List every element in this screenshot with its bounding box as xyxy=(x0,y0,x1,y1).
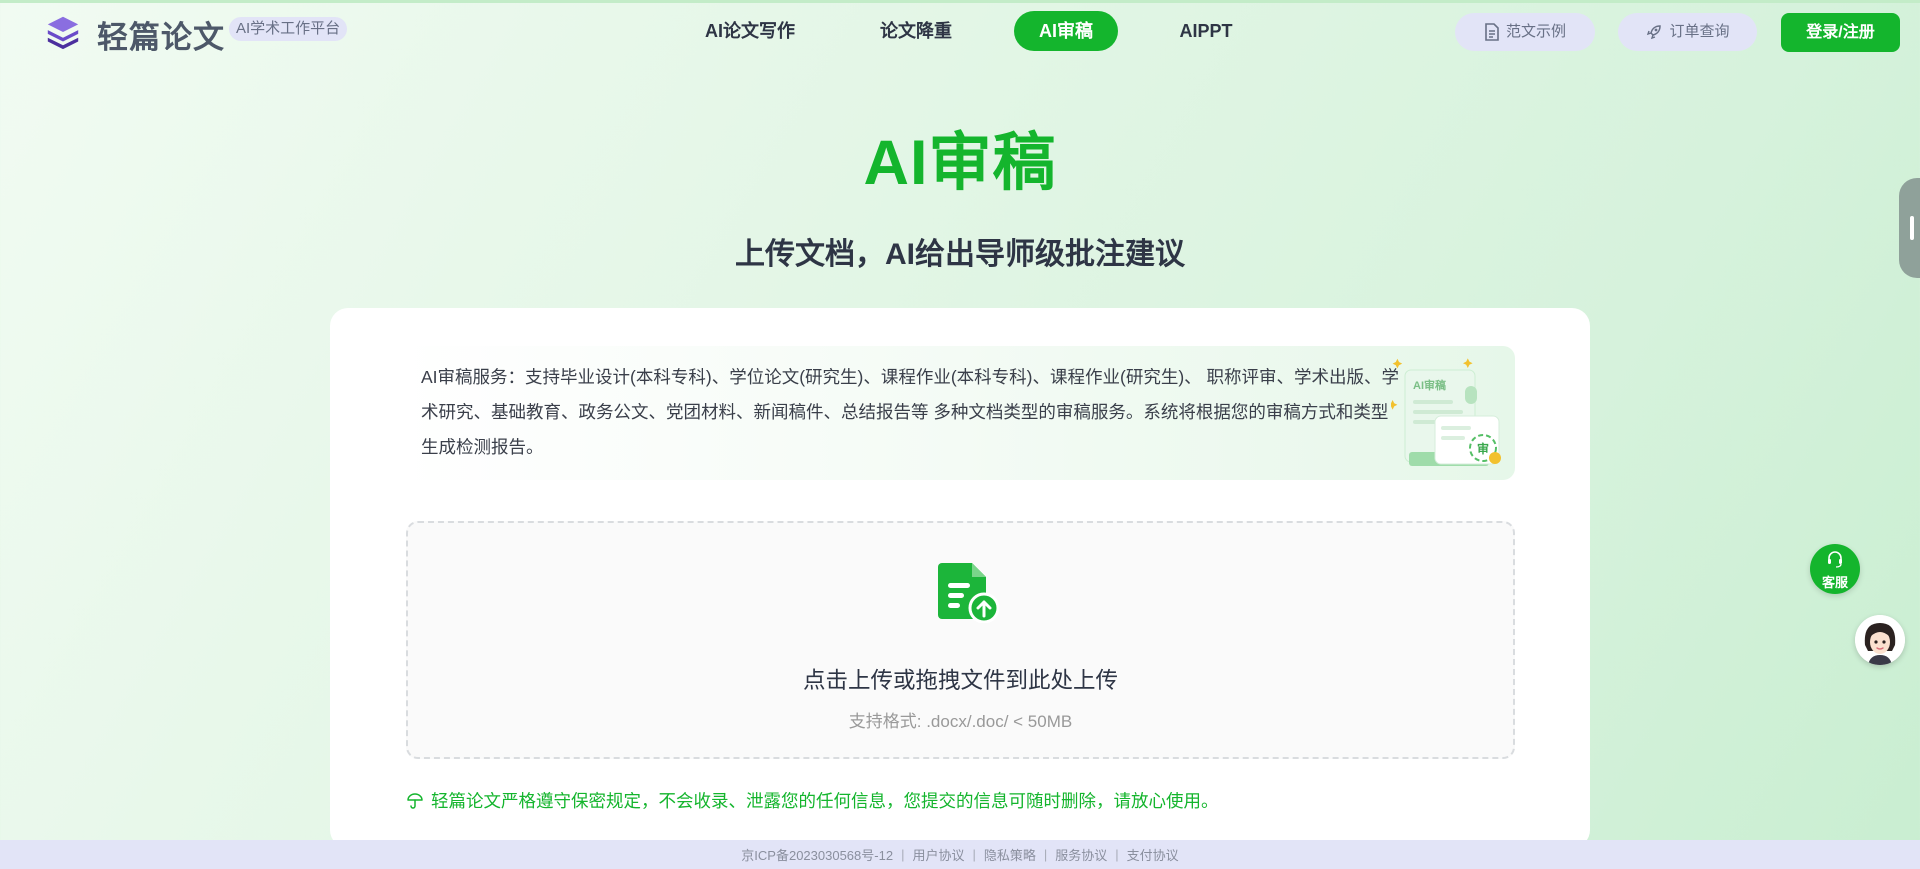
headset-icon xyxy=(1828,551,1842,568)
privacy-notice: 轻篇论文严格遵守保密规定，不会收录、泄露您的任何信息，您提交的信息可随时删除，请… xyxy=(406,788,1219,813)
sample-papers-button[interactable]: 范文示例 xyxy=(1455,13,1595,51)
order-query-label: 订单查询 xyxy=(1669,23,1730,40)
nav-ai-writing[interactable]: AI论文写作 xyxy=(700,11,800,51)
privacy-policy-link[interactable]: 隐私策略 xyxy=(984,845,1036,864)
icp-link[interactable]: 京ICP备2023030568号-12 xyxy=(741,845,893,864)
shield-icon xyxy=(407,792,423,809)
review-card: AI审稿服务：支持毕业设计(本科专科)、学位论文(研究生)、课程作业(本科专科)… xyxy=(330,308,1590,848)
payment-agreement-link[interactable]: 支付协议 xyxy=(1127,845,1179,864)
footer-divider: | xyxy=(1115,847,1119,862)
document-icon xyxy=(1485,23,1499,41)
footer-divider: | xyxy=(1043,847,1048,862)
illustration-badge: 审 xyxy=(1477,441,1489,456)
brand-tagline: AI学术工作平台 xyxy=(229,17,348,41)
top-header: 轻篇论文 AI学术工作平台 AI论文写作 论文降重 AI审稿 AIPPT 范文示… xyxy=(0,3,1920,59)
brand-name[interactable]: 轻篇论文 xyxy=(97,12,225,57)
assistant-avatar-icon xyxy=(1855,615,1905,665)
order-query-button[interactable]: 订单查询 xyxy=(1618,13,1757,51)
assistant-avatar[interactable] xyxy=(1855,615,1905,665)
illustration-label: AI审稿 xyxy=(1413,378,1446,392)
upload-instruction: 点击上传或拖拽文件到此处上传 xyxy=(802,668,1118,693)
drawer-grip-icon xyxy=(1910,216,1914,240)
service-description-box: AI审稿服务：支持毕业设计(本科专科)、学位论文(研究生)、课程作业(本科专科)… xyxy=(401,346,1515,480)
nav-aippt[interactable]: AIPPT xyxy=(1165,11,1247,51)
upload-format-hint: 支持格式: .docx/.doc/ < 50MB xyxy=(848,712,1073,731)
footer-divider: | xyxy=(972,847,976,862)
service-description-text: AI审稿服务：支持毕业设计(本科专科)、学位论文(研究生)、课程作业(本科专科)… xyxy=(421,367,1400,457)
privacy-notice-text: 轻篇论文严格遵守保密规定，不会收录、泄露您的任何信息，您提交的信息可随时删除，请… xyxy=(431,791,1219,811)
customer-service-label: 客服 xyxy=(1821,575,1848,590)
file-upload-dropzone[interactable]: 点击上传或拖拽文件到此处上传 支持格式: .docx/.doc/ < 50MB xyxy=(406,521,1515,759)
sample-papers-label: 范文示例 xyxy=(1505,23,1566,40)
login-register-button[interactable]: 登录/注册 xyxy=(1781,13,1900,52)
service-agreement-link[interactable]: 服务协议 xyxy=(1055,845,1107,864)
upload-file-icon xyxy=(938,563,1000,623)
rocket-icon xyxy=(1647,25,1662,40)
footer-divider: | xyxy=(901,847,905,862)
nav-ai-review[interactable]: AI审稿 xyxy=(1014,11,1118,51)
page-title: AI审稿 xyxy=(863,128,1057,198)
page-subtitle: 上传文档，AI给出导师级批注建议 xyxy=(735,238,1185,271)
site-footer: 京ICP备2023030568号-12 | 用户协议 | 隐私策略 | 服务协议… xyxy=(0,840,1920,869)
nav-paper-rewrite[interactable]: 论文降重 xyxy=(871,11,961,51)
review-illustration-icon: AI审稿 审 xyxy=(1391,358,1501,466)
customer-service-button[interactable]: 客服 xyxy=(1810,544,1860,594)
logo-layers-icon[interactable] xyxy=(44,13,82,51)
side-drawer-handle[interactable] xyxy=(1899,178,1920,278)
user-agreement-link[interactable]: 用户协议 xyxy=(912,845,964,864)
